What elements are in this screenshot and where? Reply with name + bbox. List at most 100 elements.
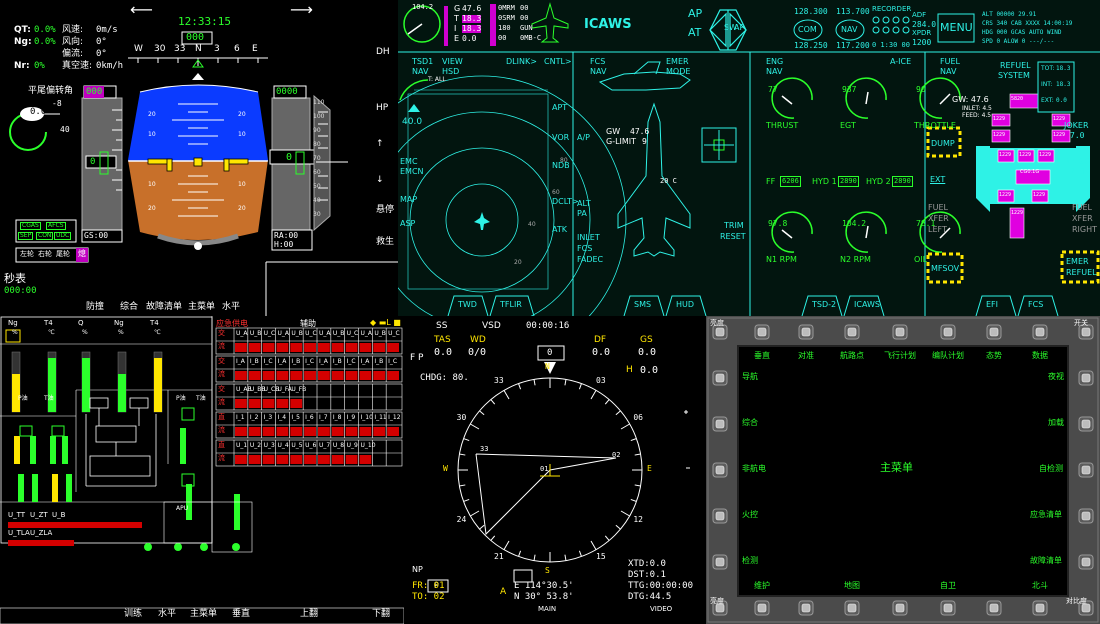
fcs2-option[interactable]: FCS	[577, 245, 592, 253]
soft-key[interactable]: 训练	[124, 610, 142, 619]
side-key[interactable]: 悬停	[376, 206, 394, 215]
tsd-right-option[interactable]: DCLT>	[552, 198, 579, 206]
joker-label[interactable]: JOKER	[1064, 122, 1089, 130]
bottom-menu-item[interactable]: 自卫	[940, 582, 956, 590]
cntl-label[interactable]: CNTL>	[544, 58, 572, 66]
soft-key[interactable]: 主菜单	[190, 610, 217, 619]
right-menu-item[interactable]: 应急清单	[1030, 511, 1062, 519]
reset-option[interactable]: RESET	[720, 233, 746, 241]
dlink-label[interactable]: DLINK>	[506, 58, 537, 66]
soft-key[interactable]: 上翻	[300, 610, 318, 619]
top-menu-item[interactable]: 航路点	[840, 352, 864, 360]
ap2-label[interactable]: AP	[734, 24, 744, 32]
top-menu-item[interactable]: 对准	[798, 352, 814, 360]
top-menu-item[interactable]: 垂直	[754, 352, 770, 360]
tab-twd[interactable]: TWD	[458, 301, 477, 309]
mode-label[interactable]: MODE	[666, 68, 690, 76]
tsd-left-option[interactable]: EMC	[400, 158, 418, 166]
fuel-xfer-right[interactable]: RIGHT	[1072, 226, 1097, 234]
left-menu-item[interactable]: 火控	[742, 511, 758, 519]
tab-icaws[interactable]: ICAWS	[854, 301, 880, 309]
inlet-option[interactable]: INLET	[577, 234, 600, 242]
mfsov-button[interactable]: MFSOV	[931, 265, 959, 273]
side-key[interactable]: DH	[376, 48, 390, 57]
nav-button[interactable]: NAV	[841, 26, 857, 34]
top-menu-item[interactable]: 编队计划	[932, 352, 964, 360]
left-menu-item[interactable]: 非航电	[742, 465, 766, 473]
tab-tflir[interactable]: TFLIR	[500, 301, 522, 309]
emer-refuel-label[interactable]: EMER	[1066, 258, 1089, 266]
system-label[interactable]: SYSTEM	[998, 72, 1030, 80]
at-indicator[interactable]: AT	[688, 27, 701, 38]
tab-tsd2[interactable]: TSD-2	[812, 301, 836, 309]
soft-key[interactable]: 防撞	[86, 303, 104, 312]
soft-key[interactable]: 水平	[222, 303, 240, 312]
fcs-nav-label[interactable]: NAV	[590, 68, 606, 76]
tab-sms[interactable]: SMS	[634, 301, 651, 309]
alt-option[interactable]: ALT	[577, 200, 591, 208]
tab-efi[interactable]: EFI	[986, 301, 998, 309]
soft-key[interactable]: 垂直	[232, 610, 250, 619]
video-button[interactable]: VIDEO	[650, 606, 672, 613]
fuel-xfer-right[interactable]: FUEL	[1072, 204, 1092, 212]
refuel-label[interactable]: REFUEL	[1000, 62, 1031, 70]
fuel-xfer-left[interactable]: FUEL	[928, 204, 948, 212]
left-menu-item[interactable]: 检测	[742, 557, 758, 565]
top-menu-item[interactable]: 态势	[986, 352, 1002, 360]
fuel-label[interactable]: FUEL	[940, 58, 960, 66]
trim-option[interactable]: TRIM	[724, 222, 744, 230]
soft-key[interactable]: 故障清单	[146, 303, 182, 312]
tab-fcs[interactable]: FCS	[1028, 301, 1043, 309]
eng-label[interactable]: ENG	[766, 58, 783, 66]
left-menu-item[interactable]: 导航	[742, 373, 758, 381]
top-menu-item[interactable]: 数据	[1032, 352, 1048, 360]
tab-hud[interactable]: HUD	[676, 301, 694, 309]
emer-refuel-label[interactable]: REFUEL	[1066, 269, 1097, 277]
tsd-left-option[interactable]: MAP	[400, 196, 417, 204]
right-menu-item[interactable]: 故障清单	[1030, 557, 1062, 565]
com-button[interactable]: COM	[798, 26, 817, 34]
soft-key[interactable]: 水平	[158, 610, 176, 619]
side-key[interactable]: 救生	[376, 238, 394, 247]
emer-label[interactable]: EMER	[666, 58, 689, 66]
pa-option[interactable]: PA	[577, 210, 587, 218]
fuel-xfer-right[interactable]: XFER	[1072, 215, 1093, 223]
soft-key[interactable]: 综合	[120, 303, 138, 312]
autopilot-option[interactable]: A/P	[577, 134, 590, 142]
right-menu-item[interactable]: 加载	[1048, 419, 1064, 427]
right-menu-item[interactable]: 夜视	[1048, 373, 1064, 381]
ap-indicator[interactable]: AP	[688, 8, 702, 19]
hsd-label[interactable]: HSD	[442, 68, 459, 76]
fuel-xfer-left[interactable]: LEFT	[928, 226, 947, 234]
fuel-xfer-left[interactable]: XFER	[928, 215, 949, 223]
tsd-left-option[interactable]: ASP	[400, 220, 415, 228]
soft-key[interactable]: 下翻	[372, 610, 390, 619]
menu-button[interactable]: MENU	[940, 22, 973, 33]
soft-key[interactable]: 主菜单	[188, 303, 215, 312]
side-key[interactable]: ↓	[376, 176, 384, 185]
dump-button[interactable]: DUMP	[931, 140, 955, 148]
left-menu-item[interactable]: 综合	[742, 419, 758, 427]
tsd-left-option[interactable]: EMCN	[400, 168, 424, 176]
fadec-option[interactable]: FADEC	[577, 256, 603, 264]
bingo-label[interactable]: BINGO	[1064, 158, 1090, 166]
bottom-menu-item[interactable]: 维护	[754, 582, 770, 590]
tsd1-label[interactable]: TSD1	[412, 58, 433, 66]
tsd-nav-label[interactable]: NAV	[412, 68, 428, 76]
fcs-label[interactable]: FCS	[590, 58, 605, 66]
tsd-right-option[interactable]: ATK	[552, 226, 567, 234]
view-label[interactable]: VIEW	[442, 58, 463, 66]
aice-label[interactable]: A-ICE	[890, 58, 911, 66]
top-menu-item[interactable]: 飞行计划	[884, 352, 916, 360]
bottom-menu-item[interactable]: 地图	[844, 582, 860, 590]
main-button[interactable]: MAIN	[538, 606, 556, 613]
eng-nav-label[interactable]: NAV	[766, 68, 782, 76]
right-menu-item[interactable]: 自检测	[1039, 465, 1063, 473]
tsd-right-option[interactable]: VOR	[552, 134, 569, 142]
tsd-right-option[interactable]: APT	[552, 104, 567, 112]
bottom-menu-item[interactable]: 北斗	[1032, 582, 1048, 590]
side-key[interactable]: ↑	[376, 140, 384, 149]
ext-button[interactable]: EXT	[930, 176, 945, 184]
side-key[interactable]: HP	[376, 104, 388, 113]
fuel-nav-label[interactable]: NAV	[940, 68, 956, 76]
